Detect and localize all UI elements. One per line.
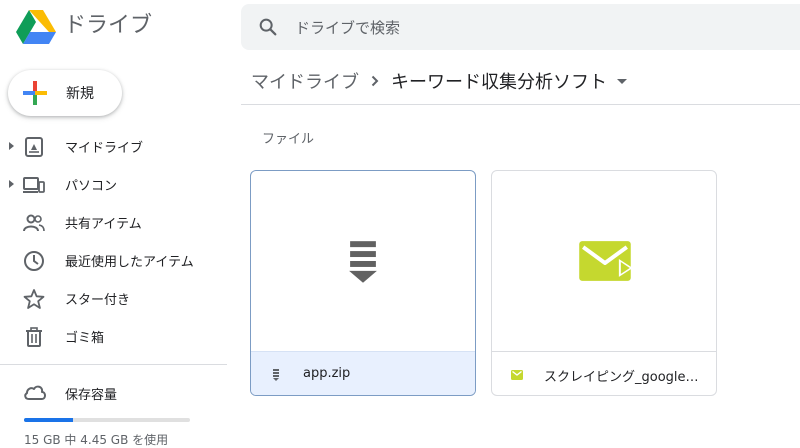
plus-icon [23, 81, 47, 105]
sidebar-item-label: ゴミ箱 [65, 330, 105, 346]
file-card-footer: app.zip [251, 351, 475, 395]
file-card-scraping-email[interactable]: スクレイピング_google検... [491, 170, 717, 396]
file-card-footer: スクレイピング_google検... [492, 351, 716, 395]
chevron-right-icon [371, 75, 379, 87]
trash-icon [26, 327, 42, 347]
sidebar-item-computers[interactable]: パソコン [0, 165, 227, 203]
sidebar-divider [0, 364, 227, 365]
breadcrumb: マイドライブ キーワード収集分析ソフト [251, 64, 627, 98]
shared-people-icon [23, 214, 45, 232]
breadcrumb-root[interactable]: マイドライブ [251, 68, 359, 94]
sidebar-item-starred[interactable]: スター付き [0, 279, 227, 317]
sidebar-item-label: 最近使用したアイテム [65, 254, 194, 270]
main-divider [241, 104, 800, 105]
cloud-icon [24, 385, 46, 400]
search-bar[interactable] [241, 4, 800, 50]
my-drive-icon [25, 137, 43, 157]
file-name: スクレイピング_google検... [544, 370, 704, 385]
email-file-thumbnail [579, 241, 633, 281]
google-drive-logo-icon [16, 10, 56, 44]
search-icon[interactable] [257, 16, 279, 38]
clock-icon [24, 251, 44, 271]
file-card-app-zip[interactable]: app.zip [250, 170, 476, 396]
sidebar-item-label: パソコン [65, 178, 118, 194]
section-label: ファイル [262, 132, 315, 147]
expand-caret-icon[interactable] [9, 142, 14, 150]
search-input[interactable] [293, 12, 777, 44]
zip-file-thumbnail [349, 241, 377, 283]
file-name: app.zip [303, 366, 351, 381]
email-file-icon [511, 370, 523, 380]
sidebar-item-label: スター付き [65, 292, 131, 308]
storage-progress-bar [24, 418, 190, 422]
sidebar-nav: マイドライブ パソコン 共有アイテム 最近使用したアイテム スター付き ゴミ箱 [0, 127, 227, 355]
storage-progress-fill [24, 418, 74, 422]
sidebar-item-trash[interactable]: ゴミ箱 [0, 317, 227, 355]
storage-section[interactable]: 保存容量 15 GB 中 4.45 GB を使用 [0, 374, 227, 447]
expand-caret-icon[interactable] [9, 180, 14, 188]
computers-icon [23, 177, 45, 193]
sidebar-item-recent[interactable]: 最近使用したアイテム [0, 241, 227, 279]
storage-usage-text: 15 GB 中 4.45 GB を使用 [24, 433, 169, 447]
breadcrumb-current[interactable]: キーワード収集分析ソフト [391, 68, 607, 94]
app-title: ドライブ [64, 13, 153, 38]
sidebar-item-shared[interactable]: 共有アイテム [0, 203, 227, 241]
sidebar-item-label: マイドライブ [65, 140, 144, 156]
star-icon [23, 289, 45, 309]
new-button[interactable]: 新規 [8, 70, 122, 116]
sidebar-item-my-drive[interactable]: マイドライブ [0, 127, 227, 165]
zip-file-icon [273, 369, 279, 381]
sidebar-item-label: 共有アイテム [65, 216, 142, 232]
dropdown-arrow-icon[interactable] [617, 78, 627, 84]
storage-label: 保存容量 [65, 388, 118, 403]
new-button-label: 新規 [66, 86, 94, 102]
